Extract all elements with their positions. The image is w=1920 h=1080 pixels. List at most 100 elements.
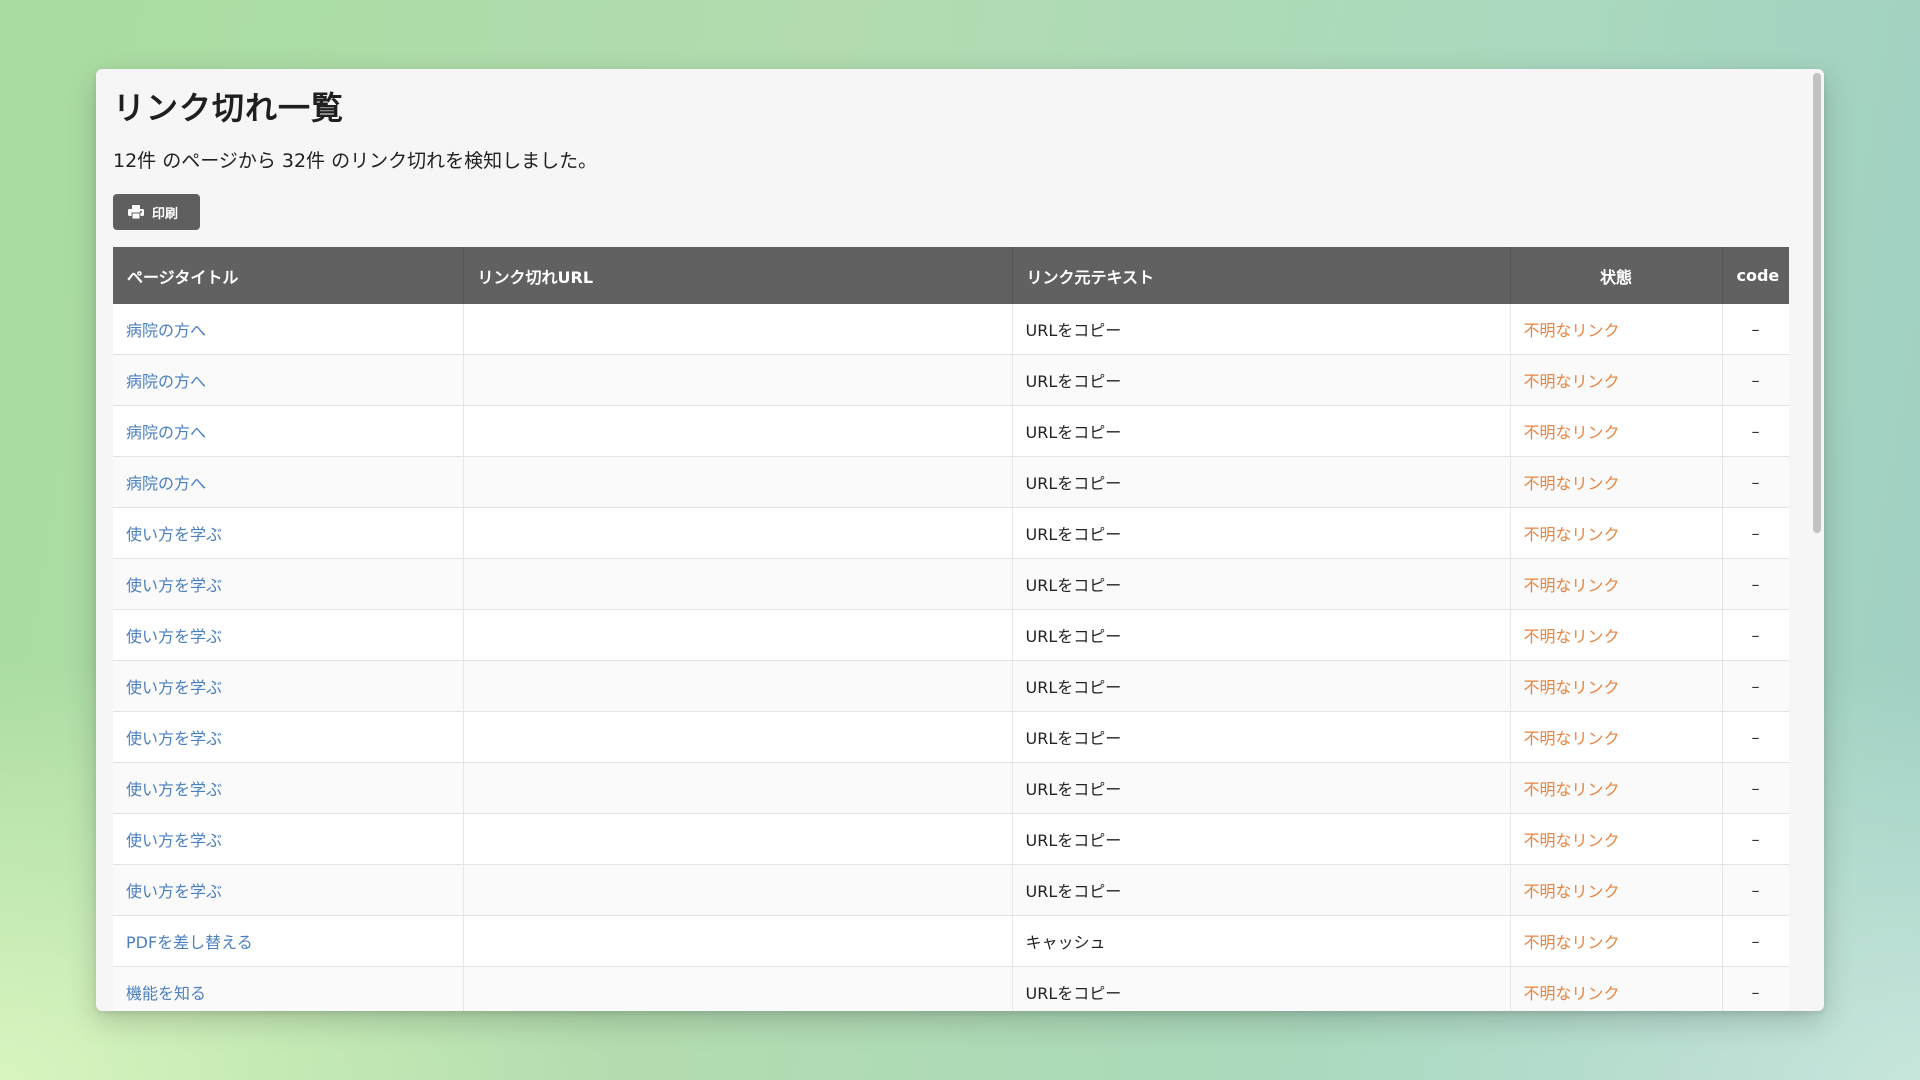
broken-links-table: ページタイトル リンク切れURL リンク元テキスト 状態 code 病院の方へ U… (113, 247, 1789, 1011)
broken-url-cell (463, 864, 1013, 916)
source-text-cell: URLをコピー (1012, 660, 1511, 712)
code-cell: – (1722, 456, 1789, 508)
source-text-cell: URLをコピー (1012, 507, 1511, 559)
page-title-link[interactable]: 使い方を学ぶ (126, 780, 222, 799)
source-text-cell: URLをコピー (1012, 762, 1511, 814)
table-row: 使い方を学ぶ URLをコピー 不明なリンク – (113, 558, 1789, 610)
page-title-link[interactable]: 使い方を学ぶ (126, 831, 222, 850)
status-cell: 不明なリンク (1510, 558, 1723, 610)
broken-url-cell (463, 966, 1013, 1011)
table-row: 使い方を学ぶ URLをコピー 不明なリンク – (113, 864, 1789, 916)
broken-url-cell (463, 711, 1013, 763)
printer-icon (128, 205, 144, 219)
page-title-cell: 使い方を学ぶ (113, 660, 464, 712)
table-row: 使い方を学ぶ URLをコピー 不明なリンク – (113, 711, 1789, 763)
broken-url-cell (463, 609, 1013, 661)
table-row: 病院の方へ URLをコピー 不明なリンク – (113, 405, 1789, 457)
table-row: 使い方を学ぶ URLをコピー 不明なリンク – (113, 609, 1789, 661)
page-title-cell: 使い方を学ぶ (113, 558, 464, 610)
code-cell: – (1722, 711, 1789, 763)
source-text-cell: URLをコピー (1012, 558, 1511, 610)
page-title-cell: 病院の方へ (113, 304, 464, 355)
code-cell: – (1722, 813, 1789, 865)
source-text-cell: キャッシュ (1012, 915, 1511, 967)
code-cell: – (1722, 762, 1789, 814)
page-title-link[interactable]: 病院の方へ (126, 423, 206, 442)
status-cell: 不明なリンク (1510, 966, 1723, 1011)
vertical-scrollbar[interactable] (1813, 73, 1821, 533)
code-cell: – (1722, 864, 1789, 916)
status-cell: 不明なリンク (1510, 304, 1723, 355)
broken-url-cell (463, 762, 1013, 814)
table-header-row: ページタイトル リンク切れURL リンク元テキスト 状態 code (113, 247, 1789, 304)
status-cell: 不明なリンク (1510, 711, 1723, 763)
status-cell: 不明なリンク (1510, 405, 1723, 457)
broken-url-cell (463, 915, 1013, 967)
status-cell: 不明なリンク (1510, 507, 1723, 559)
page-title-cell: 病院の方へ (113, 456, 464, 508)
print-button[interactable]: 印刷 (113, 194, 201, 230)
code-cell: – (1722, 354, 1789, 406)
status-cell: 不明なリンク (1510, 915, 1723, 967)
broken-url-cell (463, 304, 1013, 355)
page-title-cell: 使い方を学ぶ (113, 609, 464, 661)
page-title-link[interactable]: PDFを差し替える (126, 933, 253, 952)
code-cell: – (1722, 304, 1789, 355)
broken-url-cell (463, 354, 1013, 406)
page-title-cell: 使い方を学ぶ (113, 711, 464, 763)
page-title-link[interactable]: 使い方を学ぶ (126, 627, 222, 646)
header-code: code (1722, 247, 1789, 304)
table-row: 病院の方へ URLをコピー 不明なリンク – (113, 456, 1789, 508)
code-cell: – (1722, 966, 1789, 1011)
source-text-cell: URLをコピー (1012, 813, 1511, 865)
print-button-label: 印刷 (152, 206, 179, 222)
code-cell: – (1722, 558, 1789, 610)
source-text-cell: URLをコピー (1012, 711, 1511, 763)
code-cell: – (1722, 507, 1789, 559)
header-broken-url: リンク切れURL (463, 247, 1013, 304)
table-row: 使い方を学ぶ URLをコピー 不明なリンク – (113, 507, 1789, 559)
source-text-cell: URLをコピー (1012, 966, 1511, 1011)
page-title-cell: 使い方を学ぶ (113, 864, 464, 916)
header-source-text: リンク元テキスト (1012, 247, 1511, 304)
status-cell: 不明なリンク (1510, 864, 1723, 916)
page-title-cell: 機能を知る (113, 966, 464, 1011)
status-cell: 不明なリンク (1510, 813, 1723, 865)
status-cell: 不明なリンク (1510, 354, 1723, 406)
source-text-cell: URLをコピー (1012, 609, 1511, 661)
page-title-link[interactable]: 使い方を学ぶ (126, 576, 222, 595)
source-text-cell: URLをコピー (1012, 456, 1511, 508)
page-title-cell: 使い方を学ぶ (113, 762, 464, 814)
table-row: 機能を知る URLをコピー 不明なリンク – (113, 966, 1789, 1011)
broken-url-cell (463, 405, 1013, 457)
page-title-link[interactable]: 使い方を学ぶ (126, 678, 222, 697)
broken-url-cell (463, 813, 1013, 865)
page-title-link[interactable]: 使い方を学ぶ (126, 729, 222, 748)
table-row: 病院の方へ URLをコピー 不明なリンク – (113, 304, 1789, 355)
page-title-link[interactable]: 病院の方へ (126, 321, 206, 340)
source-text-cell: URLをコピー (1012, 354, 1511, 406)
table-row: 使い方を学ぶ URLをコピー 不明なリンク – (113, 762, 1789, 814)
page-title-link[interactable]: 機能を知る (126, 984, 206, 1003)
code-cell: – (1722, 609, 1789, 661)
broken-url-cell (463, 660, 1013, 712)
header-page-title: ページタイトル (113, 247, 464, 304)
broken-url-cell (463, 456, 1013, 508)
page-title-link[interactable]: 使い方を学ぶ (126, 882, 222, 901)
page-title-link[interactable]: 使い方を学ぶ (126, 525, 222, 544)
status-cell: 不明なリンク (1510, 660, 1723, 712)
page-title-cell: 使い方を学ぶ (113, 507, 464, 559)
source-text-cell: URLをコピー (1012, 864, 1511, 916)
code-cell: – (1722, 915, 1789, 967)
summary-text: 12件 のページから 32件 のリンク切れを検知しました。 (113, 150, 598, 172)
header-status: 状態 (1510, 247, 1723, 304)
status-cell: 不明なリンク (1510, 609, 1723, 661)
report-window: リンク切れ一覧 12件 のページから 32件 のリンク切れを検知しました。 印刷 (96, 69, 1824, 1011)
source-text-cell: URLをコピー (1012, 304, 1511, 355)
page-title-link[interactable]: 病院の方へ (126, 372, 206, 391)
page-title-link[interactable]: 病院の方へ (126, 474, 206, 493)
report-content: リンク切れ一覧 12件 のページから 32件 のリンク切れを検知しました。 印刷 (113, 69, 1789, 1011)
code-cell: – (1722, 405, 1789, 457)
table-row: 使い方を学ぶ URLをコピー 不明なリンク – (113, 813, 1789, 865)
code-cell: – (1722, 660, 1789, 712)
